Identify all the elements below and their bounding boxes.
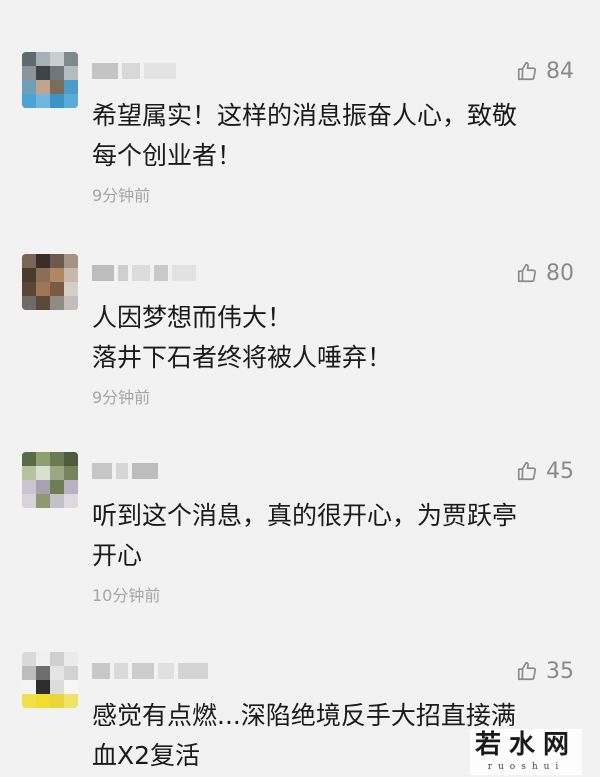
thumbs-up-icon <box>517 661 537 681</box>
comment-time: 9分钟前 <box>92 388 151 407</box>
like-button[interactable]: 84 <box>516 56 574 86</box>
comment-list: 84 希望属实！这样的消息振奋人心，致敬 每个创业者！ 9分钟前 80 人因梦想… <box>0 0 600 777</box>
watermark-subtext: ruoshui <box>487 762 565 772</box>
username-blurred[interactable] <box>92 460 252 482</box>
comment-text: 听到这个消息，真的很开心，为贾跃亭 开心 <box>92 501 518 570</box>
watermark-text: 若水网 <box>474 730 577 760</box>
thumbs-up-icon <box>517 263 537 283</box>
avatar[interactable] <box>22 652 78 708</box>
comment-time: 9分钟前 <box>92 186 151 205</box>
avatar[interactable] <box>22 452 78 508</box>
comment-text: 人因梦想而伟大！ 落井下石者终将被人唾弃！ <box>92 303 393 372</box>
like-button[interactable]: 45 <box>516 456 574 486</box>
like-count: 80 <box>546 260 574 286</box>
username-blurred[interactable] <box>92 60 252 82</box>
avatar[interactable] <box>22 52 78 108</box>
username-blurred[interactable] <box>92 262 252 284</box>
like-count: 35 <box>546 658 574 684</box>
username-blurred[interactable] <box>92 660 252 682</box>
site-watermark-logo: 若水网 ruoshui <box>470 729 582 775</box>
comment-text: 希望属实！这样的消息振奋人心，致敬 每个创业者！ <box>92 101 518 170</box>
like-count: 84 <box>546 58 574 84</box>
like-button[interactable]: 35 <box>516 656 574 686</box>
like-button[interactable]: 80 <box>516 258 574 288</box>
avatar[interactable] <box>22 254 78 310</box>
thumbs-up-icon <box>517 61 537 81</box>
comment-time: 10分钟前 <box>92 586 161 605</box>
thumbs-up-icon <box>517 461 537 481</box>
like-count: 45 <box>546 458 574 484</box>
